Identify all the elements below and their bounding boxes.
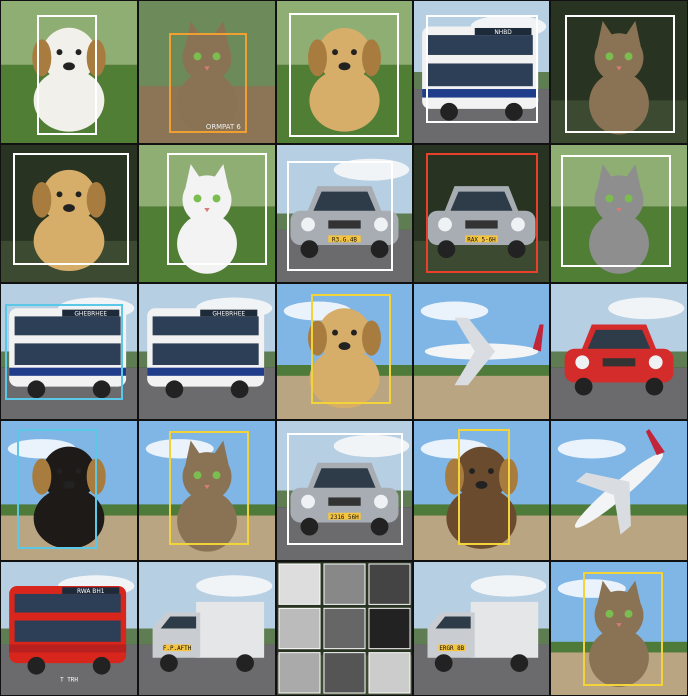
airplane-image — [414, 284, 549, 419]
tile-dog — [0, 144, 138, 283]
license-plate: ERGR 8B — [439, 646, 464, 652]
tile-bus: RWA BH1 T TRH — [0, 561, 138, 696]
airplane-image — [551, 421, 687, 560]
bounding-box — [169, 33, 247, 133]
bounding-box — [311, 294, 391, 404]
tile-dog — [413, 420, 550, 561]
tile-car: R3.G.4B — [276, 144, 413, 283]
bounding-box — [583, 572, 663, 686]
tile-airplane — [413, 283, 550, 420]
bounding-box — [287, 161, 393, 271]
bounding-box — [169, 431, 249, 545]
bounding-box — [426, 153, 538, 273]
bounding-box — [287, 433, 403, 545]
tile-dog — [0, 420, 138, 561]
van-image: F.P.AFTH — [139, 562, 275, 695]
bounding-box — [167, 153, 267, 265]
bounding-box — [458, 429, 510, 545]
tile-van: ERGR 8B — [413, 561, 550, 696]
bus-sign: RWA BH1 — [77, 589, 105, 595]
tile-car: 2316 56H — [276, 420, 413, 561]
bus-image: GHEBRHEE — [139, 284, 275, 419]
tile-van: F.P.AFTH — [138, 561, 276, 696]
tile-cat — [138, 144, 276, 283]
bus-sign: GHEBRHEE — [212, 311, 245, 317]
tile-car — [550, 283, 688, 420]
tile-dog — [276, 283, 413, 420]
van-cargo — [196, 601, 265, 658]
bounding-box — [17, 429, 97, 549]
van-image: ERGR 8B — [414, 562, 549, 695]
tile-collage — [276, 561, 413, 696]
tile-cat — [550, 144, 688, 283]
tile-bus: GHEBRHEE — [0, 283, 138, 420]
tile-airplane — [550, 420, 688, 561]
tile-cat — [550, 561, 688, 696]
tile-cat — [550, 0, 688, 144]
tile-cat — [138, 420, 276, 561]
tile-cat: ORMPAT 6 — [138, 0, 276, 144]
collage-image — [277, 562, 412, 695]
tile-bus: NHBD — [413, 0, 550, 144]
bounding-box — [565, 15, 675, 133]
tile-car: RAX 5-6H — [413, 144, 550, 283]
image-grid: ORMPAT 6 NHBD R3.G.4B RAX 5-6H GHEBRHEE GHEBR… — [0, 0, 688, 696]
license-plate: F.P.AFTH — [163, 646, 192, 652]
bounding-box — [5, 304, 123, 400]
bus-image: RWA BH1 T TRH — [1, 562, 137, 695]
bounding-box — [13, 153, 129, 265]
bounding-box — [37, 15, 97, 135]
car-image — [551, 284, 687, 419]
bounding-box — [426, 15, 538, 123]
tile-dog — [276, 0, 413, 144]
tile-bus: GHEBRHEE — [138, 283, 276, 420]
tile-dog — [0, 0, 138, 144]
license-plate: T TRH — [60, 678, 78, 684]
bounding-box — [561, 155, 671, 267]
bounding-box — [289, 13, 399, 137]
van-cargo — [470, 601, 539, 658]
